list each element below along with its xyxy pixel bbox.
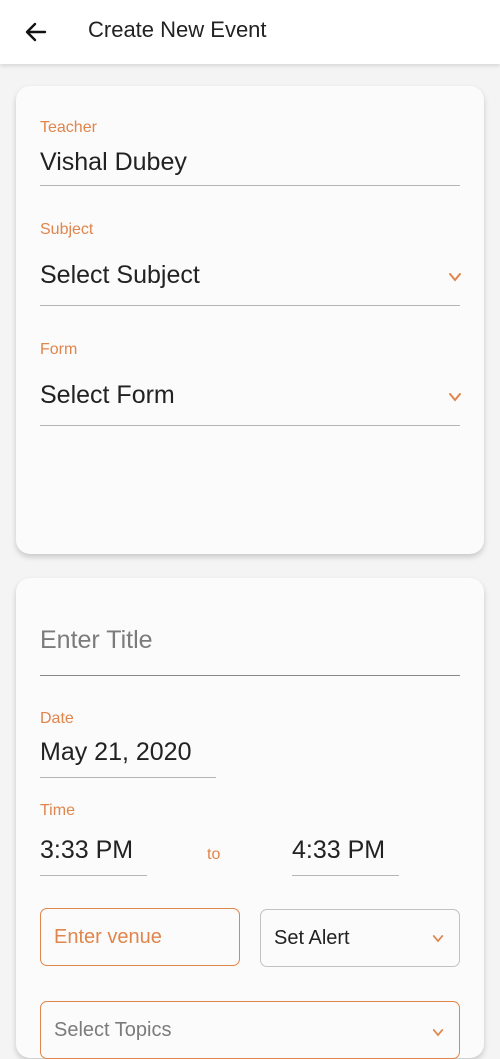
date-underline bbox=[40, 777, 216, 778]
teacher-underline bbox=[40, 185, 460, 186]
time-label: Time bbox=[40, 802, 75, 819]
form-select[interactable]: Select Form bbox=[40, 371, 461, 426]
date-label: Date bbox=[40, 710, 74, 727]
title-underline bbox=[40, 675, 460, 676]
page-title: Create New Event bbox=[88, 17, 267, 42]
back-button[interactable] bbox=[18, 14, 54, 50]
alert-select[interactable]: Set Alert bbox=[260, 909, 460, 967]
form-value: Select Form bbox=[40, 381, 175, 409]
topics-select[interactable]: Select Topics bbox=[40, 1001, 460, 1059]
topics-placeholder: Select Topics bbox=[54, 1019, 172, 1041]
date-picker[interactable]: May 21, 2020 bbox=[40, 736, 216, 778]
subject-underline bbox=[40, 305, 460, 306]
start-time-underline bbox=[40, 875, 147, 876]
app-bar: Create New Event bbox=[0, 0, 500, 64]
end-time-picker[interactable]: 4:33 PM bbox=[292, 834, 399, 876]
start-time-picker[interactable]: 3:33 PM bbox=[40, 834, 147, 876]
venue-input[interactable]: Enter venue bbox=[40, 908, 240, 966]
date-value: May 21, 2020 bbox=[40, 738, 192, 766]
alert-value: Set Alert bbox=[274, 926, 350, 949]
venue-placeholder: Enter venue bbox=[54, 925, 162, 948]
form-label: Form bbox=[40, 341, 78, 358]
event-details-card: Enter Title Date May 21, 2020 Time 3:33 … bbox=[16, 578, 484, 1059]
teacher-label: Teacher bbox=[40, 119, 97, 136]
subject-value: Select Subject bbox=[40, 261, 200, 289]
chevron-down-icon bbox=[432, 1029, 444, 1037]
chevron-down-icon bbox=[432, 935, 444, 943]
title-input[interactable]: Enter Title bbox=[40, 618, 460, 674]
chevron-down-icon bbox=[449, 393, 461, 402]
subject-label: Subject bbox=[40, 221, 94, 238]
teacher-subject-form-card: Teacher Vishal Dubey Subject Select Subj… bbox=[16, 86, 484, 554]
end-time-underline bbox=[292, 875, 399, 876]
arrow-left-icon bbox=[25, 22, 47, 42]
form-underline bbox=[40, 425, 460, 426]
chevron-down-icon bbox=[449, 273, 461, 282]
teacher-value: Vishal Dubey bbox=[40, 148, 187, 176]
end-time-value: 4:33 PM bbox=[292, 836, 386, 864]
time-separator: to bbox=[207, 846, 221, 863]
start-time-value: 3:33 PM bbox=[40, 836, 134, 864]
title-placeholder: Enter Title bbox=[40, 626, 153, 654]
subject-select[interactable]: Select Subject bbox=[40, 251, 461, 306]
